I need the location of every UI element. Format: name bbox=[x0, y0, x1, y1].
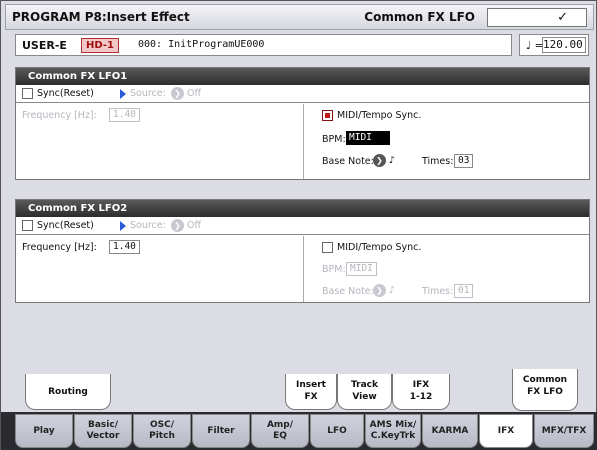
btab-ifx[interactable]: IFX bbox=[479, 414, 533, 448]
lfo1-bpm-label: BPM: bbox=[322, 134, 346, 145]
tab-insert-fx-line1: Insert bbox=[296, 380, 326, 390]
program-bank: USER-E bbox=[22, 39, 67, 52]
page-title: PROGRAM P8:Insert Effect bbox=[12, 10, 190, 24]
btab-osc-pitch-line2: Pitch bbox=[149, 431, 175, 441]
lfo2-sync-checkbox[interactable] bbox=[22, 220, 33, 231]
lfo1-midi-sync-label: MIDI/Tempo Sync. bbox=[337, 110, 422, 121]
lfo1-midi-sync-checkbox[interactable] bbox=[322, 110, 333, 121]
tempo-box: ♩ = 120.00 bbox=[519, 34, 589, 56]
tab-common-fx-lfo[interactable]: Common FX LFO bbox=[512, 369, 578, 411]
btab-amp-eq-line1: Amp/ bbox=[266, 420, 294, 430]
lfo2-base-note-value: ♪ bbox=[389, 285, 396, 296]
btab-play-label: Play bbox=[33, 425, 55, 436]
lfo2-frequency-field[interactable]: 1.40 bbox=[109, 240, 140, 254]
lfo1-sync-label: Sync(Reset) bbox=[37, 88, 94, 99]
btab-amp-eq-line2: EQ bbox=[273, 431, 287, 441]
tab-insert-fx[interactable]: Insert FX bbox=[285, 374, 337, 410]
lfo2-bpm-field[interactable]: MIDI bbox=[346, 262, 377, 276]
lfo1-base-note-label: Base Note: bbox=[322, 156, 374, 167]
lfo2-bpm-label: BPM: bbox=[322, 264, 346, 275]
btab-lfo-label: LFO bbox=[327, 425, 347, 436]
lfo1-times-label: Times: bbox=[422, 156, 454, 167]
lfo1-source-value: Off bbox=[187, 88, 202, 99]
lfo2-sync-label: Sync(Reset) bbox=[37, 220, 94, 231]
btab-osc-pitch[interactable]: OSC/ Pitch bbox=[133, 414, 191, 448]
lfo1-times-field[interactable]: 03 bbox=[454, 154, 474, 168]
tab-ifx-1-12-line1: IFX bbox=[412, 380, 430, 390]
btab-basic-vector-line1: Basic/ bbox=[88, 420, 118, 430]
btab-ams-mix-line2: C.KeyTrk bbox=[370, 431, 416, 441]
lfo2-heading: Common FX LFO2 bbox=[16, 200, 589, 217]
tempo-field[interactable]: 120.00 bbox=[542, 37, 586, 53]
lfo2-panel: Common FX LFO2 Sync(Reset) Source: ❯ Off… bbox=[15, 199, 590, 303]
tab-ifx-1-12[interactable]: IFX 1-12 bbox=[392, 374, 450, 410]
lfo2-source-arrow-icon bbox=[120, 221, 126, 231]
lfo1-heading: Common FX LFO1 bbox=[16, 68, 589, 85]
title-bar: PROGRAM P8:Insert Effect Common FX LFO ✓ bbox=[5, 4, 594, 30]
btab-amp-eq[interactable]: Amp/ EQ bbox=[251, 414, 309, 448]
lfo2-times-label: Times: bbox=[422, 286, 454, 297]
program-select-field[interactable]: USER-E HD-1 000: InitProgramUE000 bbox=[15, 34, 512, 56]
lfo2-sync-row: Sync(Reset) Source: ❯ Off bbox=[16, 217, 589, 235]
btab-play[interactable]: Play bbox=[15, 414, 73, 448]
korg-screen: PROGRAM P8:Insert Effect Common FX LFO ✓… bbox=[0, 0, 597, 450]
page-subtitle: Common FX LFO bbox=[364, 10, 475, 24]
lfo1-bpm-field[interactable]: MIDI bbox=[346, 131, 390, 145]
lfo2-midi-sync-label: MIDI/Tempo Sync. bbox=[337, 242, 422, 253]
tab-ifx-1-12-line2: 1-12 bbox=[409, 392, 433, 402]
tab-routing[interactable]: Routing bbox=[25, 374, 111, 410]
lfo1-source-arrow-icon bbox=[120, 89, 126, 99]
tab-insert-fx-line2: FX bbox=[304, 392, 318, 402]
btab-osc-pitch-line1: OSC/ bbox=[149, 420, 175, 430]
tab-track-view[interactable]: Track View bbox=[337, 374, 392, 410]
lfo2-base-note-label: Base Note: bbox=[322, 286, 374, 297]
lfo2-divider bbox=[303, 236, 304, 302]
btab-karma[interactable]: KARMA bbox=[422, 414, 478, 448]
tab-track-view-line2: View bbox=[352, 392, 377, 402]
btab-mfx-tfx[interactable]: MFX/TFX bbox=[534, 414, 594, 448]
btab-karma-label: KARMA bbox=[431, 425, 469, 436]
btab-ams-mix[interactable]: AMS Mix/ C.KeyTrk bbox=[365, 414, 421, 448]
lfo1-source-label: Source: bbox=[130, 88, 166, 99]
btab-filter[interactable]: Filter bbox=[192, 414, 250, 448]
lfo1-sync-row: Sync(Reset) Source: ❯ Off bbox=[16, 85, 589, 103]
tab-common-fx-lfo-line2: FX LFO bbox=[527, 387, 563, 397]
btab-ifx-label: IFX bbox=[497, 425, 515, 436]
lfo1-sync-checkbox[interactable] bbox=[22, 88, 33, 99]
btab-filter-label: Filter bbox=[207, 425, 235, 436]
tab-common-fx-lfo-line1: Common bbox=[522, 375, 568, 385]
lfo1-source-popup-icon[interactable]: ❯ bbox=[171, 87, 184, 100]
lfo2-midi-sync-checkbox[interactable] bbox=[322, 242, 333, 253]
lfo1-divider bbox=[303, 104, 304, 179]
btab-ams-mix-line1: AMS Mix/ bbox=[369, 420, 417, 430]
lfo1-frequency-field[interactable]: 1.40 bbox=[109, 108, 140, 122]
btab-basic-vector[interactable]: Basic/ Vector bbox=[74, 414, 132, 448]
lfo2-source-popup-icon[interactable]: ❯ bbox=[171, 219, 184, 232]
lfo2-frequency-label: Frequency [Hz]: bbox=[22, 242, 97, 253]
chevron-down-icon: ✓ bbox=[557, 10, 568, 25]
tab-track-view-line1: Track bbox=[351, 380, 378, 390]
btab-lfo[interactable]: LFO bbox=[310, 414, 364, 448]
lfo1-panel: Common FX LFO1 Sync(Reset) Source: ❯ Off… bbox=[15, 67, 590, 180]
btab-basic-vector-line2: Vector bbox=[86, 431, 120, 441]
hd-badge: HD-1 bbox=[81, 38, 119, 53]
lfo1-base-note-popup-icon[interactable]: ❯ bbox=[373, 154, 386, 167]
lfo2-times-field[interactable]: 01 bbox=[454, 284, 474, 298]
page-menu-dropdown[interactable]: ✓ bbox=[487, 8, 587, 27]
lfo2-source-label: Source: bbox=[130, 220, 166, 231]
program-name: 000: InitProgramUE000 bbox=[138, 39, 265, 50]
btab-mfx-tfx-label: MFX/TFX bbox=[541, 425, 587, 436]
lfo2-base-note-popup-icon[interactable]: ❯ bbox=[373, 284, 386, 297]
tab-routing-label: Routing bbox=[48, 387, 88, 397]
lfo2-source-value: Off bbox=[187, 220, 202, 231]
lfo1-base-note-value: ♪ bbox=[389, 155, 396, 166]
lfo1-frequency-label: Frequency [Hz]: bbox=[22, 110, 97, 121]
